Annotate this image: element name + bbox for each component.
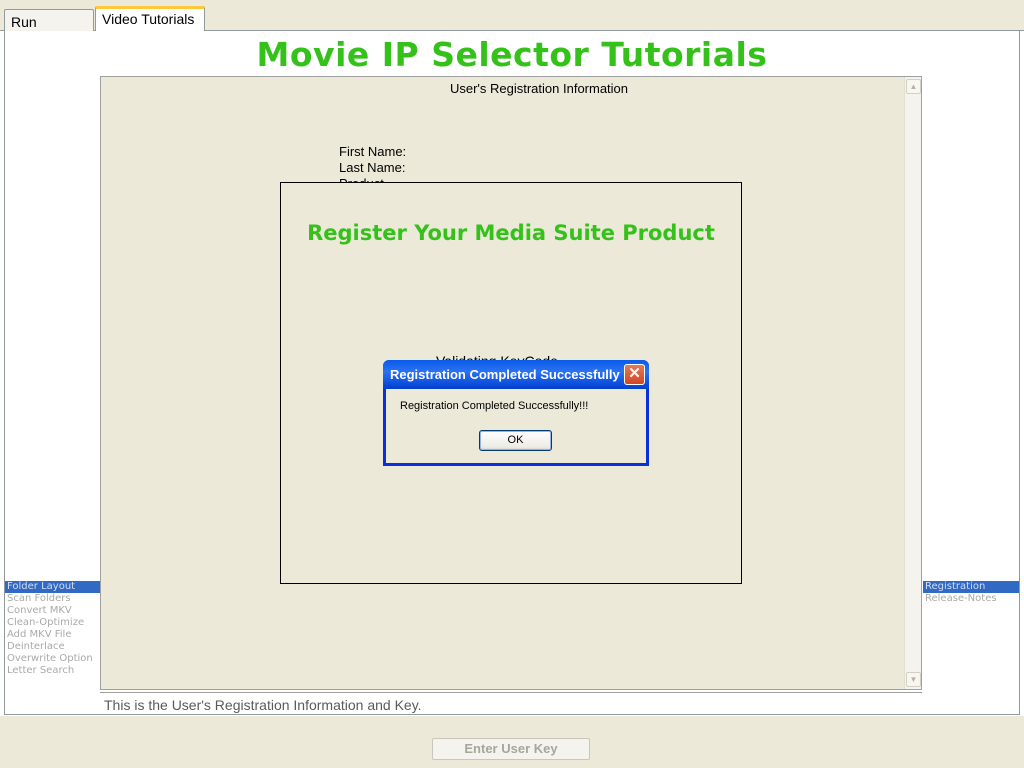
list-item-convert-mkv[interactable]: Convert MKV — [5, 605, 100, 617]
vertical-scrollbar[interactable]: ▲ ▼ — [904, 77, 921, 689]
dialog-message: Registration Completed Successfully!!! — [400, 400, 589, 412]
list-item-clean-optimize[interactable]: Clean-Optimize — [5, 617, 100, 629]
list-item-overwrite-option[interactable]: Overwrite Option — [5, 653, 100, 665]
ok-button[interactable]: OK — [479, 430, 552, 451]
left-tutorial-list[interactable]: Folder Layout Scan Folders Convert MKV C… — [5, 580, 100, 714]
right-tutorial-list[interactable]: Registration Release-Notes — [923, 580, 1019, 714]
close-icon[interactable]: ✕ — [624, 364, 645, 385]
list-item-folder-layout[interactable]: Folder Layout — [5, 581, 100, 593]
last-name-label: Last Name: — [339, 160, 406, 175]
list-item-deinterlace[interactable]: Deinterlace — [5, 641, 100, 653]
list-item-registration[interactable]: Registration — [923, 581, 1019, 593]
first-name-label: First Name: — [339, 144, 407, 159]
dialog-title: Registration Completed Successfully — [390, 367, 620, 382]
list-item-letter-search[interactable]: Letter Search — [5, 665, 100, 677]
list-item-add-mkv-file[interactable]: Add MKV File — [5, 629, 100, 641]
list-item-release-notes[interactable]: Release-Notes — [923, 593, 1019, 605]
scroll-up-icon[interactable]: ▲ — [906, 79, 921, 94]
scroll-down-icon[interactable]: ▼ — [906, 672, 921, 687]
tab-strip: Run Window Video Tutorials — [0, 0, 1024, 46]
tutorial-caption: This is the User's Registration Informat… — [100, 692, 922, 715]
tab-run-window[interactable]: Run Window — [4, 9, 94, 46]
list-item-scan-folders[interactable]: Scan Folders — [5, 593, 100, 605]
enter-user-key-button[interactable]: Enter User Key — [432, 738, 590, 760]
bottom-bar: Enter User Key — [0, 716, 1024, 768]
page-title: Movie IP Selector Tutorials — [256, 35, 768, 74]
register-panel-title: Register Your Media Suite Product — [307, 221, 715, 245]
registration-info-heading: User's Registration Information — [449, 81, 629, 96]
registration-success-dialog: Registration Completed Successfully ✕ Re… — [383, 360, 649, 466]
dialog-titlebar[interactable]: Registration Completed Successfully ✕ — [383, 360, 649, 389]
tab-video-tutorials[interactable]: Video Tutorials — [95, 6, 205, 32]
